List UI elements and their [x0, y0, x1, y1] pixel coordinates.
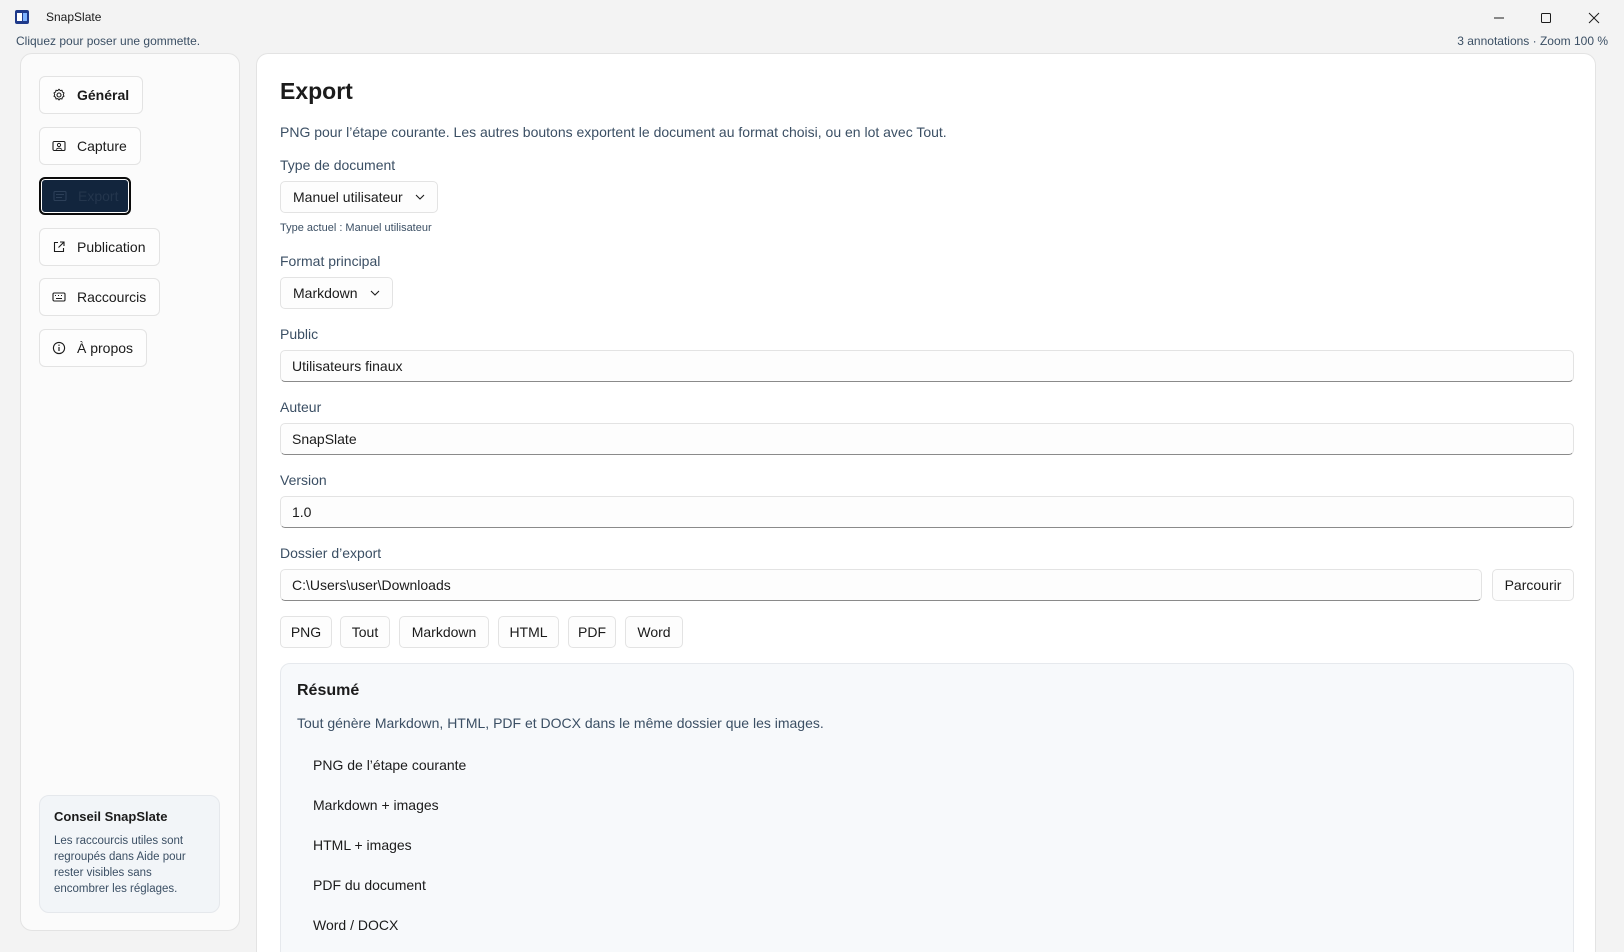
summary-item: PNG de l’étape courante	[313, 757, 467, 773]
export-word-button[interactable]: Word	[625, 616, 683, 648]
sidebar-item-general[interactable]: Général	[39, 76, 144, 114]
capture-icon	[52, 139, 66, 153]
page-description: PNG pour l’étape courante. Les autres bo…	[280, 124, 947, 140]
format-label: Format principal	[280, 253, 381, 269]
export-icon	[53, 189, 67, 203]
audience-label: Public	[280, 326, 319, 342]
version-input[interactable]: 1.0	[280, 496, 1574, 528]
sidebar-item-about[interactable]: À propos	[39, 329, 148, 367]
folder-label: Dossier d’export	[280, 545, 382, 561]
page-title: Export	[280, 78, 353, 104]
export-all-button[interactable]: Tout	[340, 616, 390, 648]
version-value: 1.0	[292, 504, 312, 520]
sidebar-item-capture[interactable]: Capture	[39, 127, 141, 165]
author-input[interactable]: SnapSlate	[280, 423, 1574, 455]
share-icon	[52, 240, 66, 254]
doc-type-dropdown[interactable]: Manuel utilisateur	[280, 181, 438, 213]
audience-value: Utilisateurs finaux	[292, 358, 403, 374]
summary-card: Résumé Tout génère Markdown, HTML, PDF e…	[280, 663, 1574, 952]
sidebar-item-label: À propos	[77, 340, 134, 356]
summary-item: Word / DOCX	[313, 917, 399, 933]
status-text: 3 annotations · Zoom 100 %	[1457, 34, 1608, 48]
keyboard-icon	[52, 290, 66, 304]
maximize-button[interactable]	[1523, 6, 1569, 30]
audience-input[interactable]: Utilisateurs finaux	[280, 350, 1574, 382]
export-png-button[interactable]: PNG	[280, 616, 332, 648]
doc-type-value: Manuel utilisateur	[293, 189, 403, 205]
author-value: SnapSlate	[292, 431, 357, 447]
tip-body: Les raccourcis utiles sont regroupés dan…	[54, 835, 186, 895]
settings-sidebar: Général Capture Export Publication Racco…	[20, 53, 240, 931]
close-icon	[1588, 12, 1600, 24]
sidebar-item-label: Publication	[77, 239, 146, 255]
title-bar: SnapSlate	[0, 0, 1624, 36]
sidebar-item-label: Capture	[77, 138, 127, 154]
tip-card: Conseil SnapSlate Les raccourcis utiles …	[39, 795, 220, 913]
doc-type-note: Type actuel : Manuel utilisateur	[280, 222, 432, 234]
minimize-icon	[1494, 17, 1504, 19]
gear-icon	[52, 88, 66, 102]
sidebar-item-label: Général	[77, 87, 130, 103]
sidebar-item-publication[interactable]: Publication	[39, 228, 160, 266]
summary-item: HTML + images	[313, 837, 412, 853]
doc-type-label: Type de document	[280, 157, 396, 173]
hint-text: Cliquez pour poser une gommette.	[16, 34, 201, 48]
summary-description: Tout génère Markdown, HTML, PDF et DOCX …	[297, 715, 824, 731]
close-button[interactable]	[1571, 6, 1617, 30]
sidebar-item-label: Export	[78, 188, 119, 204]
export-pdf-button[interactable]: PDF	[568, 616, 616, 648]
app-title: SnapSlate	[46, 10, 102, 24]
summary-title: Résumé	[297, 682, 360, 699]
summary-item: Markdown + images	[313, 797, 439, 813]
sidebar-item-export[interactable]: Export	[39, 177, 131, 215]
chevron-down-icon	[415, 194, 425, 200]
format-dropdown[interactable]: Markdown	[280, 277, 393, 309]
tip-title: Conseil SnapSlate	[54, 809, 168, 824]
format-value: Markdown	[293, 285, 358, 301]
chevron-down-icon	[370, 290, 380, 296]
maximize-icon	[1541, 13, 1551, 23]
info-icon	[52, 341, 66, 355]
browse-button[interactable]: Parcourir	[1492, 569, 1574, 601]
export-panel: Export PNG pour l’étape courante. Les au…	[256, 53, 1596, 952]
export-markdown-button[interactable]: Markdown	[399, 616, 489, 648]
author-label: Auteur	[280, 399, 322, 415]
folder-value: C:\Users\user\Downloads	[292, 577, 451, 593]
minimize-button[interactable]	[1476, 6, 1522, 30]
app-logo-icon	[15, 10, 29, 24]
sidebar-item-shortcuts[interactable]: Raccourcis	[39, 278, 161, 316]
version-label: Version	[280, 472, 327, 488]
summary-item: PDF du document	[313, 877, 426, 893]
export-html-button[interactable]: HTML	[498, 616, 559, 648]
folder-input[interactable]: C:\Users\user\Downloads	[280, 569, 1482, 601]
sidebar-item-label: Raccourcis	[77, 289, 147, 305]
